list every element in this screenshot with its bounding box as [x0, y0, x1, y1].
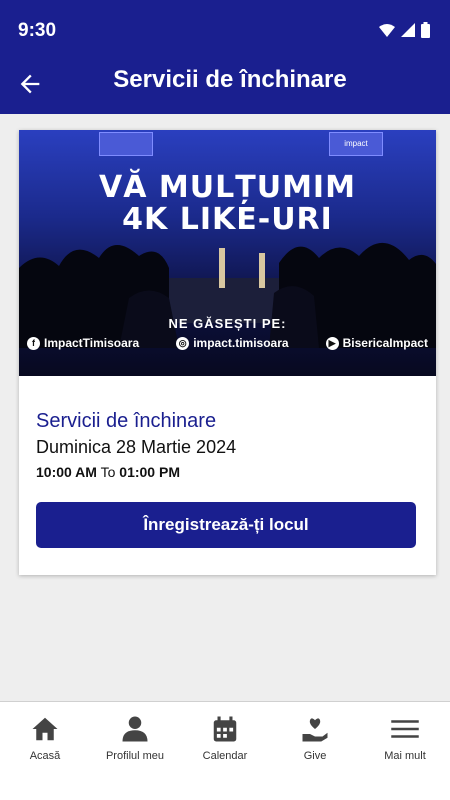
- status-icons: [379, 22, 430, 38]
- home-icon: [32, 717, 58, 741]
- stage-screen-right: impact: [329, 132, 383, 156]
- event-time-separator: To: [100, 464, 116, 480]
- nav-home-label: Acasă: [29, 750, 61, 762]
- bottom-navigation: Acasă Profilul meu Calendar Give Mai mul…: [0, 701, 450, 800]
- banner-find-us: NE GĂSEȘTI PE:: [168, 316, 287, 331]
- event-date: Duminica 28 Martie 2024: [36, 437, 237, 457]
- nav-give[interactable]: Give: [270, 702, 360, 800]
- user-icon: [122, 716, 148, 742]
- status-time: 9:30: [18, 20, 57, 41]
- banner-headline-1: VĂ MULȚUMIM: [99, 170, 356, 205]
- wifi-icon: [379, 24, 395, 37]
- nav-give-label: Give: [303, 750, 327, 762]
- event-end-time: 01:00 PM: [119, 464, 180, 480]
- battery-icon: [421, 22, 430, 38]
- event-card[interactable]: impact VĂ MULȚUMIM 4K LIKE-URI NE GĂSEȘT…: [19, 130, 436, 575]
- youtube-icon: ▶: [325, 336, 339, 350]
- signal-icon: [401, 23, 415, 37]
- youtube-handle: ▶ BisericaImpact: [325, 336, 428, 350]
- nav-calendar[interactable]: Calendar: [180, 702, 270, 800]
- instagram-label: impact.timisoara: [193, 336, 289, 350]
- instagram-icon: ◎: [176, 336, 190, 350]
- calendar-icon: [213, 716, 237, 742]
- facebook-label: ImpactTimisoara: [44, 336, 140, 350]
- event-title: Servicii de închinare: [36, 410, 217, 432]
- nav-profile[interactable]: Profilul meu: [90, 702, 180, 800]
- nav-calendar-label: Calendar: [202, 750, 248, 762]
- nav-more-label: Mai mult: [384, 750, 426, 762]
- app-bar: Servicii de închinare: [0, 58, 450, 114]
- nav-home[interactable]: Acasă: [0, 702, 90, 800]
- event-info: Servicii de închinare Duminica 28 Martie…: [36, 410, 419, 480]
- event-banner-image: impact VĂ MULȚUMIM 4K LIKE-URI NE GĂSEȘT…: [19, 130, 436, 376]
- banner-socials: f ImpactTimisoara ◎ impact.timisoara ▶ Bise…: [27, 336, 428, 350]
- facebook-icon: f: [27, 336, 40, 350]
- menu-icon: [391, 720, 419, 738]
- stage-screen-left: [99, 132, 153, 156]
- facebook-handle: f ImpactTimisoara: [27, 336, 139, 350]
- banner-headline-2: 4K LIKE-URI: [122, 202, 333, 237]
- page-title: Servicii de închinare: [113, 66, 347, 93]
- status-bar: 9:30: [0, 0, 450, 58]
- instagram-handle: ◎ impact.timisoara: [176, 336, 289, 350]
- register-seat-button[interactable]: Înregistrează-ți locul: [36, 502, 416, 548]
- event-start-time: 10:00 AM: [36, 464, 97, 480]
- nav-profile-label: Profilul meu: [105, 750, 165, 762]
- youtube-label: BisericaImpact: [342, 336, 428, 350]
- event-time: 10:00 AM To 01:00 PM: [36, 464, 419, 480]
- give-heart-hand-icon: [302, 718, 328, 742]
- nav-more[interactable]: Mai mult: [360, 702, 450, 800]
